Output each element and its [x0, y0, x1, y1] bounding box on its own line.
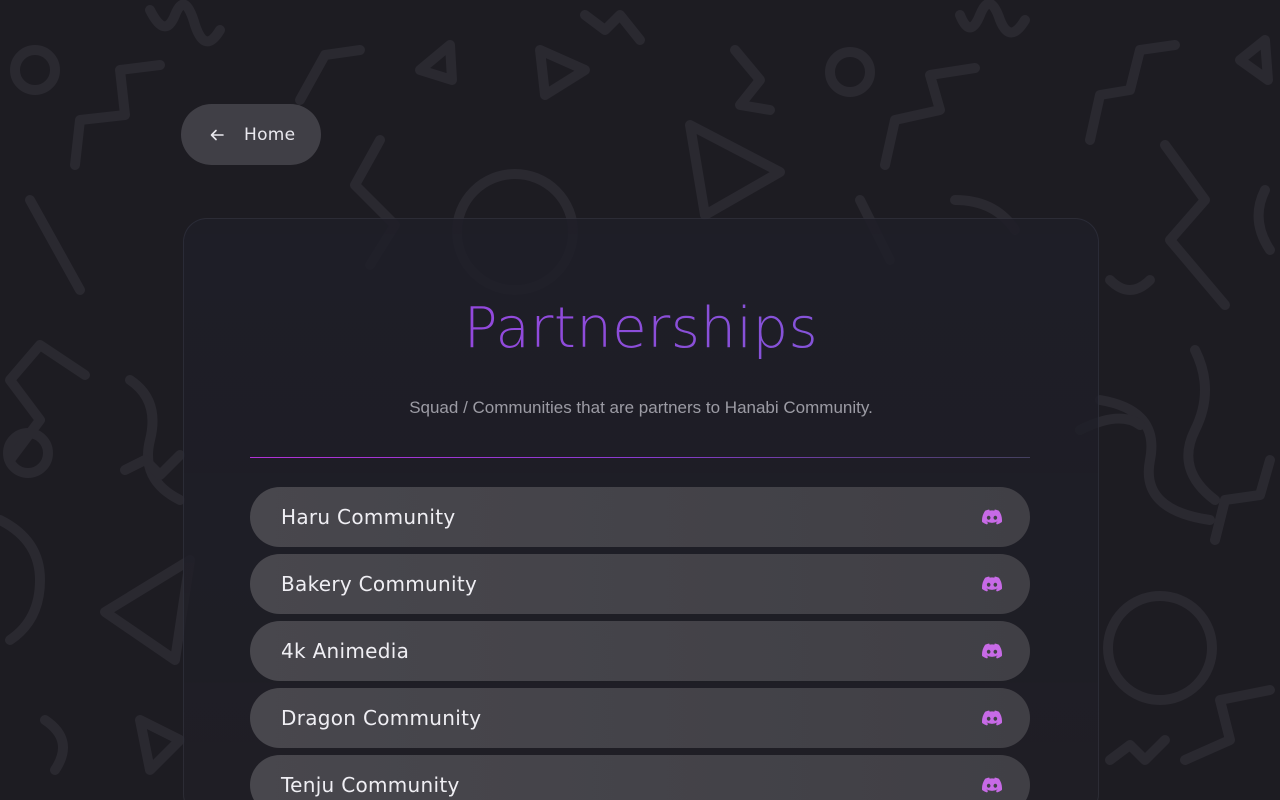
arrow-left-icon: [210, 129, 224, 140]
partner-item-bakery[interactable]: Bakery Community: [250, 554, 1030, 614]
partner-name: Bakery Community: [281, 572, 478, 596]
partner-name: Tenju Community: [281, 773, 460, 797]
partner-name: Haru Community: [281, 505, 456, 529]
partner-item-dragon[interactable]: Dragon Community: [250, 688, 1030, 748]
home-button[interactable]: Home: [181, 104, 321, 165]
partner-item-haru[interactable]: Haru Community: [250, 487, 1030, 547]
discord-icon[interactable]: [982, 643, 1002, 659]
partner-name: 4k Animedia: [281, 639, 410, 663]
partner-name: Dragon Community: [281, 706, 482, 730]
discord-icon[interactable]: [982, 509, 1002, 525]
divider: [250, 457, 1030, 458]
page-subtitle: Squad / Communities that are partners to…: [409, 398, 873, 417]
page-title: Partnerships: [183, 296, 1099, 361]
partner-item-tenju[interactable]: Tenju Community: [250, 755, 1030, 800]
home-button-label: Home: [244, 124, 296, 145]
discord-icon[interactable]: [982, 710, 1002, 726]
partner-item-4k-animedia[interactable]: 4k Animedia: [250, 621, 1030, 681]
partner-list: Haru Community Bakery Community 4k Anime…: [250, 487, 1030, 800]
discord-icon[interactable]: [982, 576, 1002, 592]
discord-icon[interactable]: [982, 777, 1002, 793]
page: Home Partnerships Squad / Communities th…: [0, 0, 1280, 800]
